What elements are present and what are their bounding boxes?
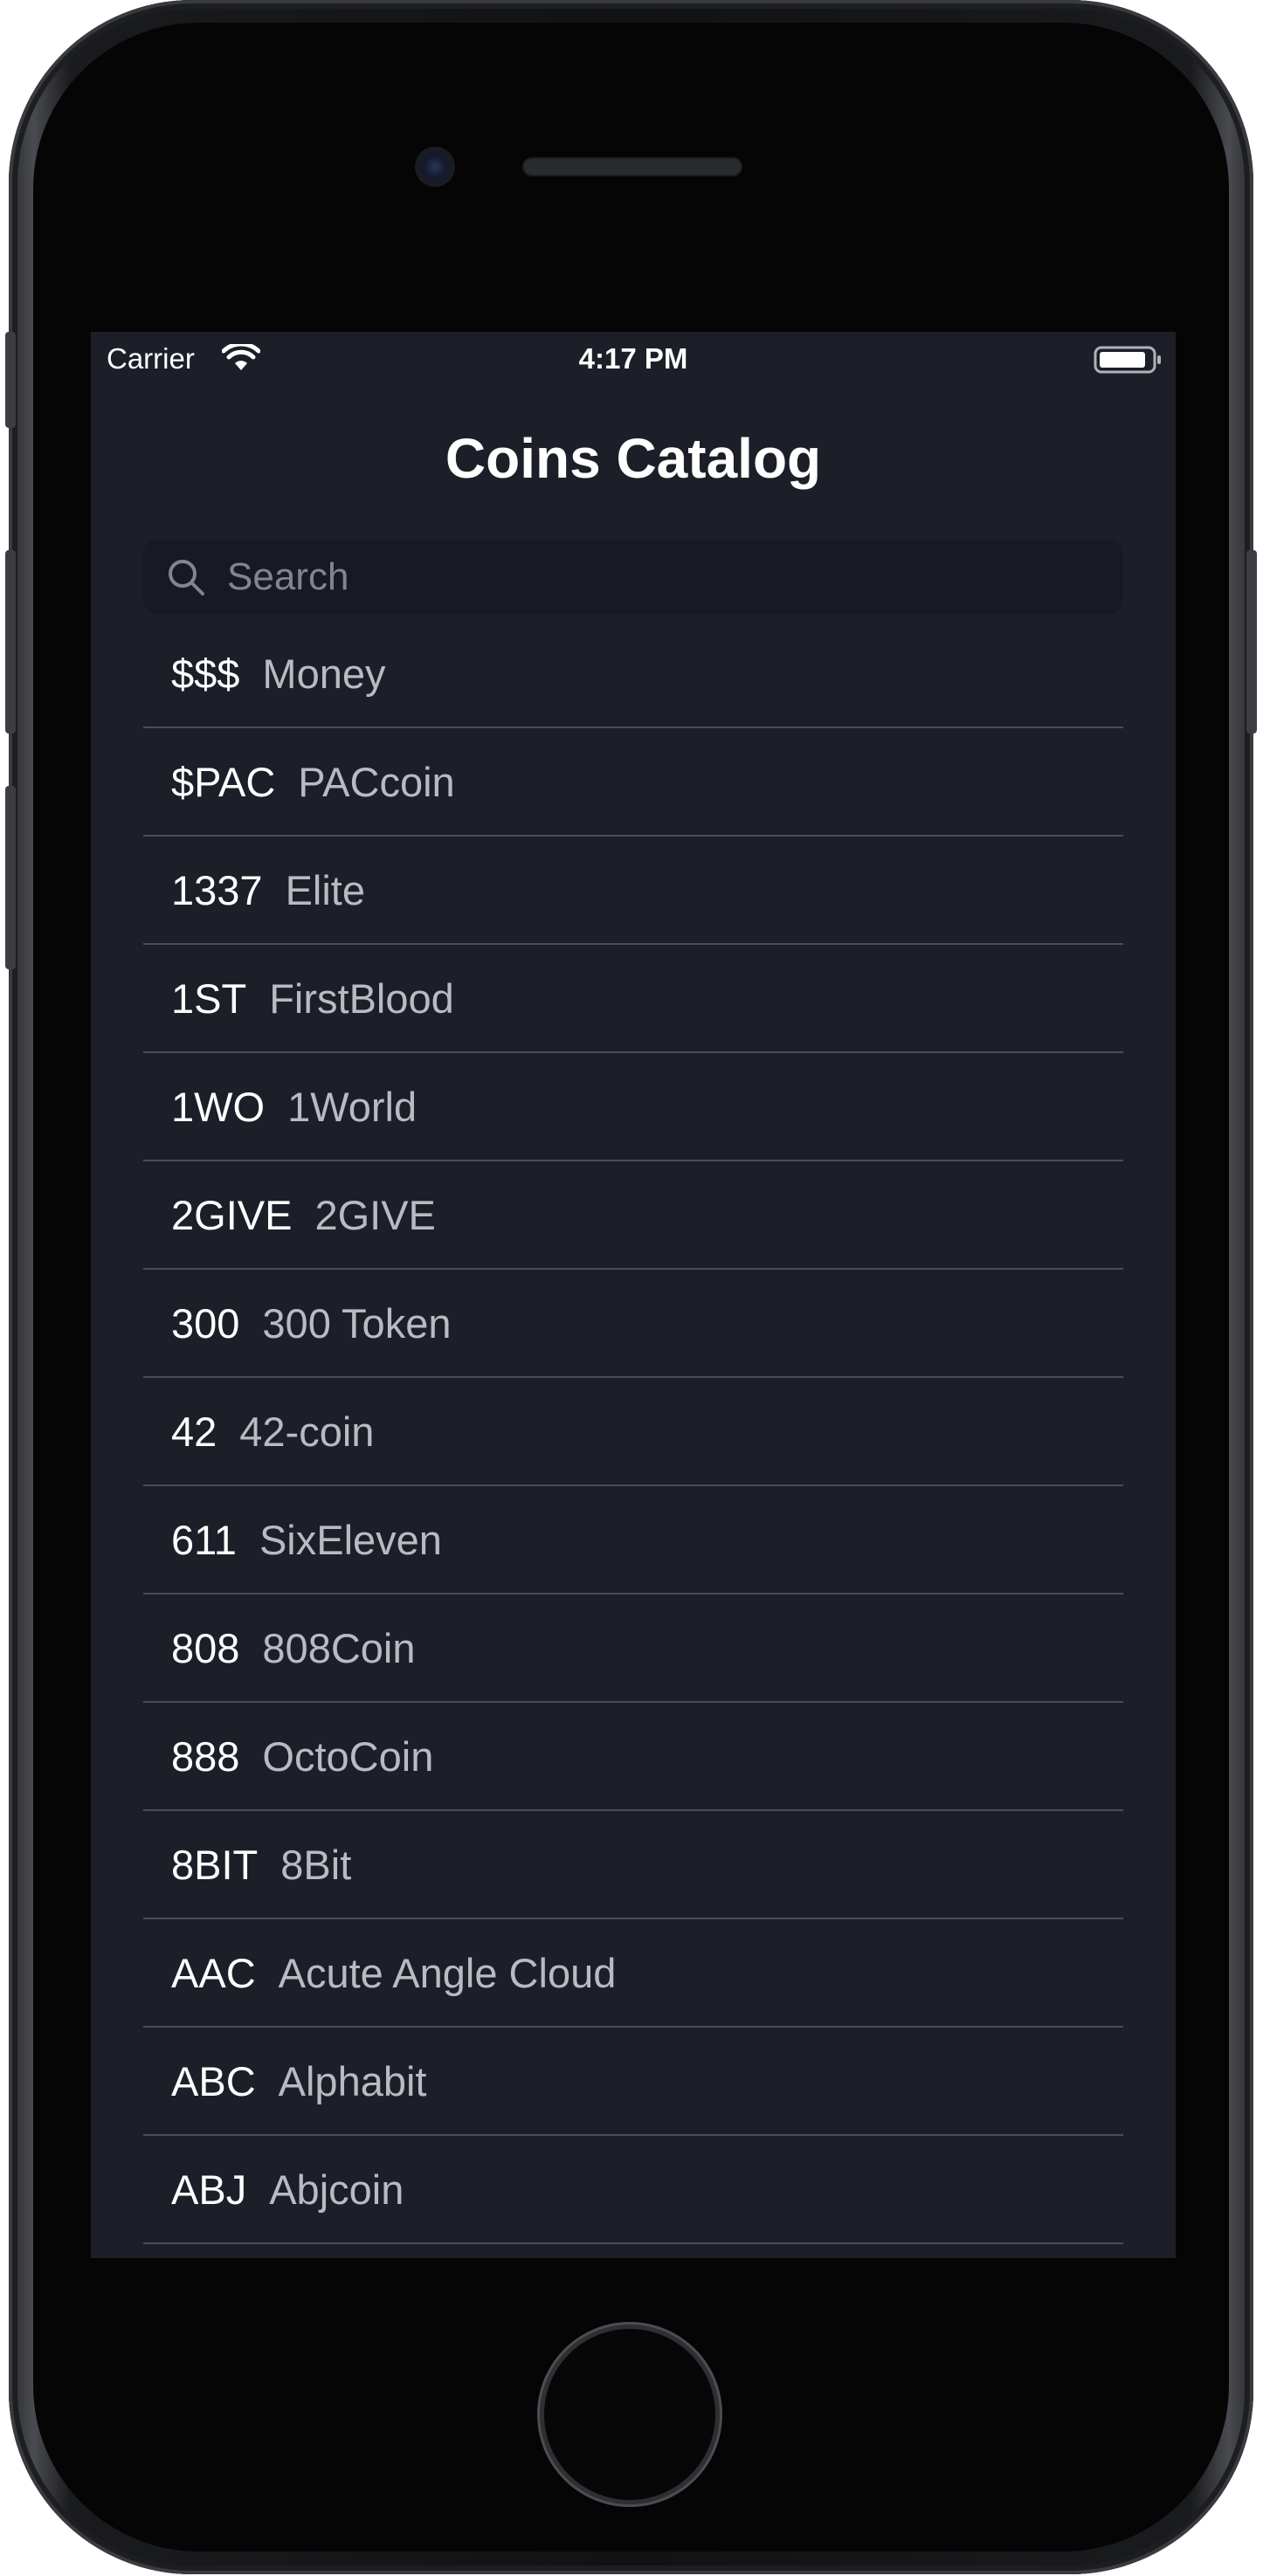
app-screen: Carrier 4:17 PM Coins Catalog $$$ Money … bbox=[91, 332, 1176, 2258]
coin-symbol: 1ST bbox=[171, 975, 247, 1022]
coin-name: Acute Angle Cloud bbox=[278, 1949, 617, 1996]
coin-name: 42-coin bbox=[239, 1408, 375, 1455]
coin-row-sixeleven[interactable]: 611 SixEleven bbox=[143, 1486, 1123, 1595]
coin-name: Alphabit bbox=[278, 2057, 427, 2104]
coin-symbol: AAC bbox=[171, 1949, 256, 1996]
coin-symbol: 8BIT bbox=[171, 1841, 259, 1888]
status-time: 4:17 PM bbox=[578, 342, 688, 375]
coin-row-paccoin[interactable]: $PAC PACcoin bbox=[143, 728, 1123, 837]
coin-row-2give[interactable]: 2GIVE 2GIVE bbox=[143, 1161, 1123, 1270]
page-title: Coins Catalog bbox=[445, 427, 822, 490]
coin-symbol: 808 bbox=[171, 1624, 240, 1671]
coin-row-money[interactable]: $$$ Money bbox=[143, 620, 1123, 728]
coin-symbol: 1WO bbox=[171, 1083, 266, 1130]
coin-name: FirstBlood bbox=[269, 975, 454, 1022]
coin-symbol: 888 bbox=[171, 1732, 240, 1780]
front-camera bbox=[415, 147, 455, 187]
coin-symbol: ABC bbox=[171, 2057, 256, 2104]
coin-row-abjcoin[interactable]: ABJ Abjcoin bbox=[143, 2136, 1123, 2244]
search-input[interactable] bbox=[227, 540, 1101, 614]
coin-name: 1World bbox=[287, 1083, 418, 1130]
coin-name: 808Coin bbox=[262, 1624, 416, 1671]
coin-symbol: ABJ bbox=[171, 2166, 247, 2213]
coin-symbol: 2GIVE bbox=[171, 1191, 293, 1238]
volume-down-button bbox=[5, 786, 16, 969]
coin-name: OctoCoin bbox=[262, 1732, 434, 1780]
coin-symbol: 611 bbox=[171, 1516, 237, 1563]
coin-row-elite[interactable]: 1337 Elite bbox=[143, 837, 1123, 945]
earpiece-speaker bbox=[522, 157, 742, 176]
coin-row-808coin[interactable]: 808 808Coin bbox=[143, 1595, 1123, 1703]
coin-name: SixEleven bbox=[259, 1516, 442, 1563]
coin-row-1world[interactable]: 1WO 1World bbox=[143, 1053, 1123, 1161]
coin-name: 8Bit bbox=[280, 1841, 352, 1888]
coin-name: 2GIVE bbox=[314, 1191, 436, 1238]
search-bar[interactable] bbox=[143, 540, 1123, 614]
home-button[interactable] bbox=[544, 2329, 715, 2500]
coin-row-42-coin[interactable]: 42 42-coin bbox=[143, 1378, 1123, 1486]
coin-symbol: 1337 bbox=[171, 866, 263, 913]
coin-row-alphabit[interactable]: ABC Alphabit bbox=[143, 2028, 1123, 2136]
status-bar: Carrier 4:17 PM bbox=[91, 332, 1176, 384]
coin-list: $$$ Money $PAC PACcoin 1337 Elite 1ST Fi… bbox=[143, 620, 1123, 2244]
coin-symbol: 300 bbox=[171, 1299, 240, 1347]
mute-switch bbox=[5, 332, 16, 428]
power-button bbox=[1246, 550, 1257, 734]
coin-name: PACcoin bbox=[298, 758, 455, 805]
coin-row-300-token[interactable]: 300 300 Token bbox=[143, 1270, 1123, 1378]
coin-symbol: 42 bbox=[171, 1408, 217, 1455]
coin-row-octocoin[interactable]: 888 OctoCoin bbox=[143, 1703, 1123, 1811]
coin-symbol: $PAC bbox=[171, 758, 276, 805]
coin-row-firstblood[interactable]: 1ST FirstBlood bbox=[143, 945, 1123, 1053]
coin-symbol: $$$ bbox=[171, 650, 240, 697]
coin-row-8bit[interactable]: 8BIT 8Bit bbox=[143, 1811, 1123, 1919]
volume-up-button bbox=[5, 550, 16, 734]
coin-row-acute-angle-cloud[interactable]: AAC Acute Angle Cloud bbox=[143, 1919, 1123, 2028]
coin-name: 300 Token bbox=[262, 1299, 452, 1347]
battery-icon bbox=[1094, 346, 1161, 374]
coin-name: Abjcoin bbox=[269, 2166, 404, 2213]
coin-name: Money bbox=[262, 650, 386, 697]
coin-name: Elite bbox=[285, 866, 365, 913]
search-icon bbox=[169, 560, 204, 596]
